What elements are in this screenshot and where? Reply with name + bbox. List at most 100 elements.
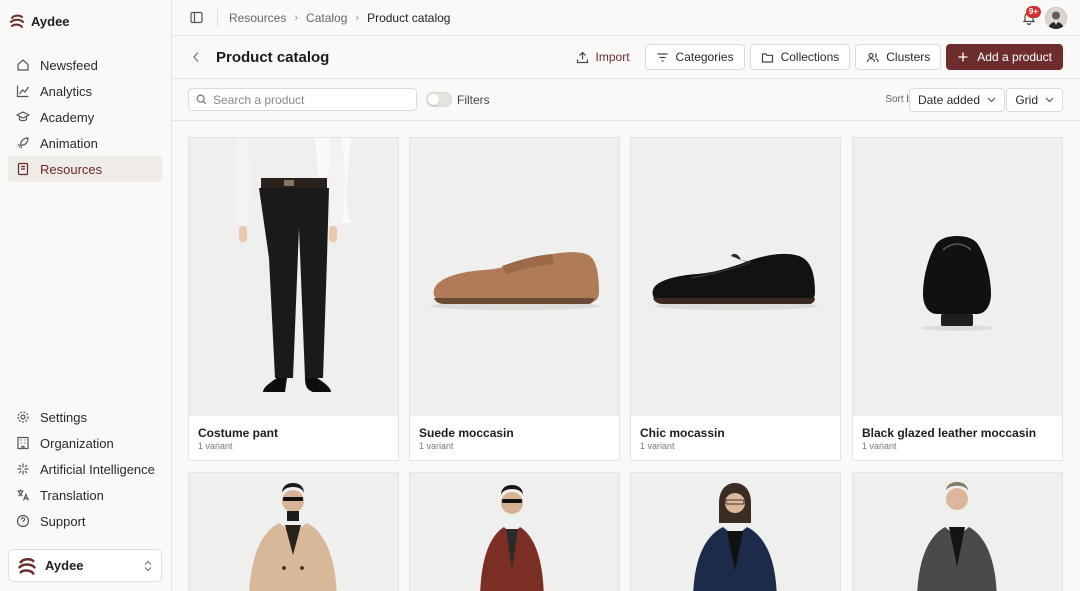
filter-bar: Filters Sort by Date added Grid — [172, 79, 1080, 121]
sidebar-item-translation[interactable]: Translation — [8, 482, 162, 508]
product-image-rust-coat — [410, 473, 619, 591]
sidebar-toggle-icon[interactable] — [190, 11, 203, 24]
users-icon — [866, 51, 879, 64]
graduation-cap-icon — [16, 110, 30, 124]
header-actions: Import Categories Collections Clusters A… — [566, 44, 1063, 70]
product-card[interactable]: Chic mocassin 1 variant — [630, 137, 841, 461]
clusters-button[interactable]: Clusters — [855, 44, 942, 70]
sidebar-item-animation[interactable]: Animation — [8, 130, 162, 156]
search-box — [188, 88, 417, 111]
product-image-grey-coat — [853, 473, 1062, 591]
topbar: Resources › Catalog › Product catalog 9+ — [172, 0, 1080, 36]
sidebar-item-newsfeed[interactable]: Newsfeed — [8, 52, 162, 78]
view-select[interactable]: Grid — [1006, 88, 1063, 112]
product-image-black-loafer-front — [853, 138, 1062, 416]
filter-lines-icon — [656, 51, 669, 64]
breadcrumb-resources[interactable]: Resources — [229, 11, 286, 25]
add-product-button[interactable]: Add a product — [946, 44, 1063, 70]
sort-value: Date added — [917, 93, 980, 107]
logo-icon — [9, 13, 25, 29]
org-name: Aydee — [45, 558, 84, 573]
chevron-down-icon — [1045, 97, 1054, 103]
filters-label: Filters — [457, 93, 490, 107]
product-variants: 1 variant — [640, 441, 675, 451]
org-switcher[interactable]: Aydee — [8, 549, 162, 582]
sidebar-item-label: Resources — [40, 161, 103, 177]
sidebar-item-label: Translation — [40, 487, 104, 503]
org-logo-icon — [17, 556, 37, 576]
chevron-down-icon — [987, 97, 996, 103]
avatar[interactable] — [1045, 7, 1067, 29]
breadcrumb-catalog[interactable]: Catalog — [306, 11, 347, 25]
chevron-right-icon: › — [294, 12, 299, 24]
add-product-label: Add a product — [977, 50, 1052, 64]
product-card[interactable] — [409, 472, 620, 591]
product-name: Costume pant — [198, 426, 279, 440]
sidebar-item-label: Settings — [40, 409, 87, 425]
product-image-black-loafer — [631, 138, 840, 416]
product-image-trousers — [189, 138, 398, 416]
translate-icon — [16, 488, 30, 502]
import-button[interactable]: Import — [566, 44, 640, 70]
sparkles-icon — [16, 462, 30, 476]
categories-label: Categories — [675, 50, 734, 64]
sidebar-item-label: Artificial Intelligence — [40, 461, 155, 477]
chevron-up-down-icon — [143, 560, 153, 572]
sidebar-item-support[interactable]: Support — [8, 508, 162, 534]
gear-icon — [16, 410, 30, 424]
product-card[interactable] — [630, 472, 841, 591]
product-name: Suede moccasin — [419, 426, 514, 440]
sidebar-item-label: Analytics — [40, 83, 93, 99]
sidebar-item-label: Animation — [40, 135, 98, 151]
sidebar-item-resources[interactable]: Resources — [8, 156, 162, 182]
categories-button[interactable]: Categories — [644, 44, 745, 70]
sidebar-item-label: Newsfeed — [40, 57, 98, 73]
product-card[interactable] — [188, 472, 399, 591]
app-name: Aydee — [31, 13, 70, 29]
clusters-label: Clusters — [886, 50, 931, 64]
product-image-brown-loafer — [410, 138, 619, 416]
sidebar-item-academy[interactable]: Academy — [8, 104, 162, 130]
view-value: Grid — [1015, 93, 1038, 107]
sidebar: Aydee Newsfeed Analytics Academy Animati… — [0, 0, 172, 591]
app-brand[interactable]: Aydee — [9, 13, 70, 29]
search-icon — [196, 94, 207, 105]
book-icon — [16, 162, 30, 176]
sidebar-item-settings[interactable]: Settings — [8, 404, 162, 430]
sidebar-item-label: Organization — [40, 435, 114, 451]
sidebar-item-organization[interactable]: Organization — [8, 430, 162, 456]
search-input[interactable] — [213, 92, 403, 107]
rocket-icon — [16, 136, 30, 150]
product-card[interactable]: Black glazed leather moccasin 1 variant — [852, 137, 1063, 461]
upload-icon — [576, 51, 589, 64]
chart-line-icon — [16, 84, 30, 98]
collections-label: Collections — [780, 50, 840, 64]
product-card[interactable]: Suede moccasin 1 variant — [409, 137, 620, 461]
collections-button[interactable]: Collections — [749, 44, 851, 70]
product-image-navy-coat — [631, 473, 840, 591]
product-name: Black glazed leather moccasin — [862, 426, 1037, 440]
page-header: Product catalog Import Categories Collec… — [172, 36, 1080, 79]
notification-badge: 9+ — [1025, 6, 1041, 18]
sidebar-item-ai[interactable]: Artificial Intelligence — [8, 456, 162, 482]
building-icon — [16, 436, 30, 450]
sort-select[interactable]: Date added — [908, 88, 1005, 112]
filters-toggle[interactable] — [426, 92, 452, 107]
chevron-right-icon: › — [355, 12, 360, 24]
product-card[interactable]: Costume pant 1 variant — [188, 137, 399, 461]
toggle-knob — [428, 94, 439, 105]
breadcrumb-current: Product catalog — [367, 11, 451, 25]
product-image-beige-coat — [189, 473, 398, 591]
plus-icon — [957, 51, 970, 64]
import-label: Import — [595, 50, 630, 64]
breadcrumb: Resources › Catalog › Product catalog — [229, 11, 450, 25]
back-arrow-icon[interactable] — [192, 51, 200, 63]
secondary-nav: Settings Organization Artificial Intelli… — [8, 404, 162, 534]
sidebar-item-label: Academy — [40, 109, 95, 125]
sidebar-item-label: Support — [40, 513, 86, 529]
product-card[interactable] — [852, 472, 1063, 591]
page-title: Product catalog — [216, 49, 330, 66]
divider — [217, 9, 218, 27]
sidebar-item-analytics[interactable]: Analytics — [8, 78, 162, 104]
product-name: Chic mocassin — [640, 426, 725, 440]
